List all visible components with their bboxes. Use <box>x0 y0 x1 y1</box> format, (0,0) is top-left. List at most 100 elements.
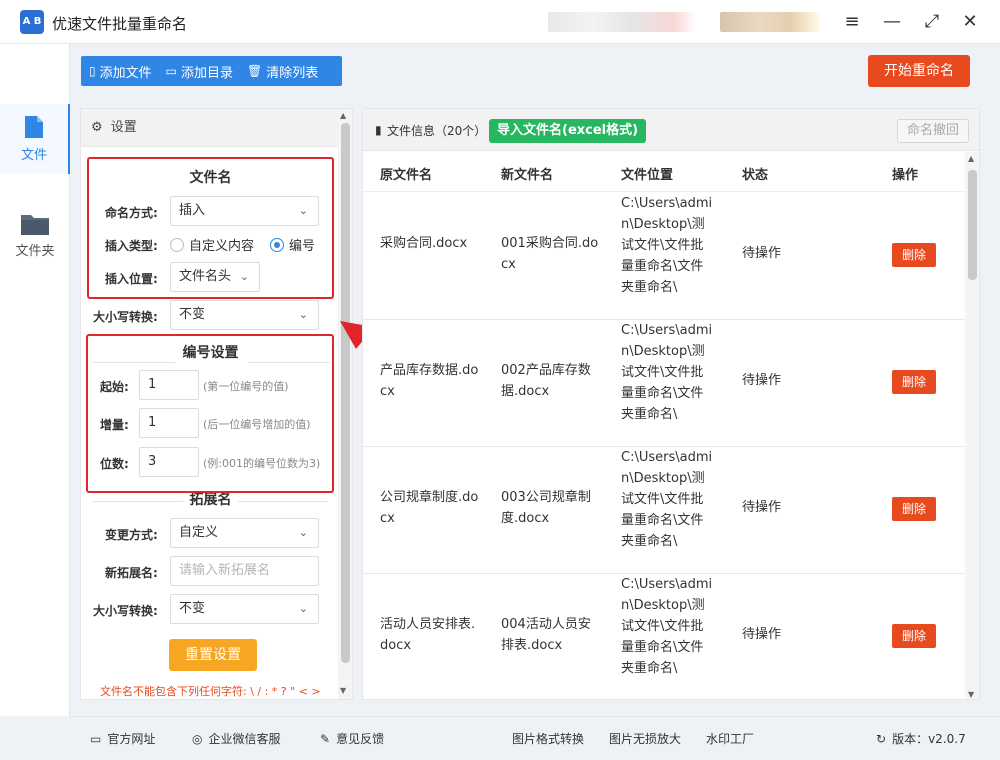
website-label: 官方网址 <box>107 732 156 746</box>
trash-icon: 🗑 <box>246 64 263 78</box>
delete-row-button[interactable]: 删除 <box>892 624 936 648</box>
divider <box>93 501 183 502</box>
image-convert-link[interactable]: 图片格式转换 <box>512 730 584 747</box>
file-info-title: 文件信息（20个） <box>387 124 487 138</box>
wechat-support-link[interactable]: ◎ 企业微信客服 <box>192 730 281 747</box>
chevron-down-icon: ⌄ <box>298 602 308 615</box>
start-rename-button[interactable]: 开始重命名 <box>868 55 970 87</box>
table-scrollbar[interactable]: ▲ ▼ <box>965 152 979 699</box>
add-file-button[interactable]: ▯ 添加文件 <box>89 62 152 81</box>
ext-mode-value: 自定义 <box>179 525 219 540</box>
folder-icon <box>21 215 49 235</box>
file-status: 待操作 <box>742 246 782 261</box>
file-location: C:\Users\admin\Desktop\测试文件\文件批量重命名\文件夹重… <box>621 196 713 295</box>
file-location: C:\Users\admin\Desktop\测试文件\文件批量重命名\文件夹重… <box>621 323 713 422</box>
column-header: 新文件名 <box>501 168 554 183</box>
column-header: 原文件名 <box>380 168 433 183</box>
image-enlarge-link[interactable]: 图片无损放大 <box>609 730 681 747</box>
file-status: 待操作 <box>742 500 782 515</box>
scroll-down-icon[interactable]: ▼ <box>968 690 974 699</box>
file-status: 待操作 <box>742 373 782 388</box>
refresh-icon: ↻ <box>876 731 887 746</box>
document-icon: ▮ <box>375 123 382 137</box>
column-header: 文件位置 <box>621 168 674 183</box>
new-extension-label: 新拓展名: <box>105 566 158 580</box>
table-row[interactable]: 产品库存数据.docx 002产品库存数据.docx C:\Users\admi… <box>363 320 967 447</box>
left-nav: 文件 文件夹 <box>0 44 70 716</box>
feedback-link[interactable]: ✎ 意见反馈 <box>320 730 384 747</box>
table-row[interactable]: 采购合同.docx 001采购合同.docx C:\Users\admin\De… <box>363 193 967 320</box>
website-link[interactable]: ▭ 官方网址 <box>90 730 155 747</box>
app-title: 优速文件批量重命名 <box>52 15 188 33</box>
new-extension-input[interactable]: 请输入新拓展名 <box>170 556 319 586</box>
minimize-icon[interactable]: — <box>880 10 904 34</box>
settings-title: 设置 <box>110 120 137 135</box>
file-list-panel: ▮ 文件信息（20个） 导入文件名(excel格式) 命名撤回 原文件名 新文件… <box>362 108 980 700</box>
undo-rename-button[interactable]: 命名撤回 <box>897 119 969 143</box>
settings-header: ⚙ 设置 <box>81 109 352 147</box>
original-filename: 公司规章制度.docx <box>380 490 479 526</box>
chevron-down-icon: ⌄ <box>298 308 308 321</box>
case-conversion-label: 大小写转换: <box>93 310 158 324</box>
file-list-header: ▮ 文件信息（20个） 导入文件名(excel格式) 命名撤回 <box>363 109 979 151</box>
import-excel-button[interactable]: 导入文件名(excel格式) <box>489 119 647 143</box>
version-label: 版本：v2.0.7 <box>892 732 966 746</box>
new-filename: 001采购合同.docx <box>501 236 599 272</box>
close-icon[interactable]: ✕ <box>958 10 982 34</box>
scroll-up-icon[interactable]: ▲ <box>340 111 346 120</box>
highlight-box-numbering <box>86 334 334 493</box>
ext-case-select[interactable]: 不变 ⌄ <box>170 594 319 624</box>
delete-row-button[interactable]: 删除 <box>892 497 936 521</box>
scroll-down-icon[interactable]: ▼ <box>340 686 346 695</box>
nav-item-file[interactable]: 文件 <box>0 104 70 174</box>
table-header: 原文件名 新文件名 文件位置 状态 操作 <box>363 152 967 192</box>
app-logo-icon: A B <box>20 10 44 34</box>
add-file-label: 添加文件 <box>99 65 152 81</box>
table-row[interactable]: 活动人员安排表.docx 004活动人员安排表.docx C:\Users\ad… <box>363 574 967 699</box>
case-conversion-select[interactable]: 不变 ⌄ <box>170 300 319 330</box>
ext-mode-select[interactable]: 自定义 ⌄ <box>170 518 319 548</box>
file-status: 待操作 <box>742 627 782 642</box>
nav-item-label: 文件 <box>20 148 47 163</box>
scroll-up-icon[interactable]: ▲ <box>968 154 974 163</box>
divider <box>238 501 328 502</box>
case-conversion-value: 不变 <box>179 307 206 322</box>
column-header: 状态 <box>742 168 769 183</box>
watermark-link[interactable]: 水印工厂 <box>706 730 754 747</box>
file-location: C:\Users\admin\Desktop\测试文件\文件批量重命名\文件夹重… <box>621 450 713 549</box>
file-icon <box>25 116 43 138</box>
maximize-icon[interactable]: ⤢ <box>920 10 944 34</box>
file-toolbar: ▯ 添加文件 ▭ 添加目录 🗑 清除列表 <box>81 56 342 86</box>
add-directory-button[interactable]: ▭ 添加目录 <box>166 62 233 81</box>
table-row[interactable]: 公司规章制度.docx 003公司规章制度.docx C:\Users\admi… <box>363 447 967 574</box>
new-filename: 002产品库存数据.docx <box>501 363 591 399</box>
ext-case-label: 大小写转换: <box>93 604 158 618</box>
website-icon: ▭ <box>90 731 102 746</box>
clear-list-label: 清除列表 <box>266 65 319 81</box>
wechat-label: 企业微信客服 <box>208 732 281 746</box>
wechat-icon: ◎ <box>192 731 203 746</box>
nav-item-label: 文件夹 <box>15 244 55 259</box>
delete-row-button[interactable]: 删除 <box>892 243 936 267</box>
new-filename: 003公司规章制度.docx <box>501 490 591 526</box>
file-add-icon: ▯ <box>89 64 96 78</box>
nav-item-folder[interactable]: 文件夹 <box>0 202 70 272</box>
reset-settings-button[interactable]: 重置设置 <box>169 639 257 671</box>
new-filename: 004活动人员安排表.docx <box>501 617 591 653</box>
version-info[interactable]: ↻ 版本：v2.0.7 <box>876 730 966 747</box>
menu-icon[interactable]: ≡ <box>840 10 864 34</box>
ext-mode-label: 变更方式: <box>105 528 158 542</box>
table-scroll-thumb[interactable] <box>968 170 977 280</box>
clear-list-button[interactable]: 🗑 清除列表 <box>247 62 318 81</box>
delete-row-button[interactable]: 删除 <box>892 370 936 394</box>
footer-bar: ▭ 官方网址 ◎ 企业微信客服 ✎ 意见反馈 图片格式转换 图片无损放大 水印工… <box>70 716 1000 760</box>
blurred-user-area <box>720 12 820 32</box>
folder-add-icon: ▭ <box>165 64 177 78</box>
add-directory-label: 添加目录 <box>180 65 233 81</box>
column-header: 操作 <box>892 168 919 183</box>
ext-case-value: 不变 <box>179 601 206 616</box>
highlight-box-filename <box>87 157 334 299</box>
original-filename: 产品库存数据.docx <box>380 363 479 399</box>
title-bar: A B 优速文件批量重命名 ≡ — ⤢ ✕ <box>0 0 1000 44</box>
feedback-icon: ✎ <box>320 731 331 746</box>
